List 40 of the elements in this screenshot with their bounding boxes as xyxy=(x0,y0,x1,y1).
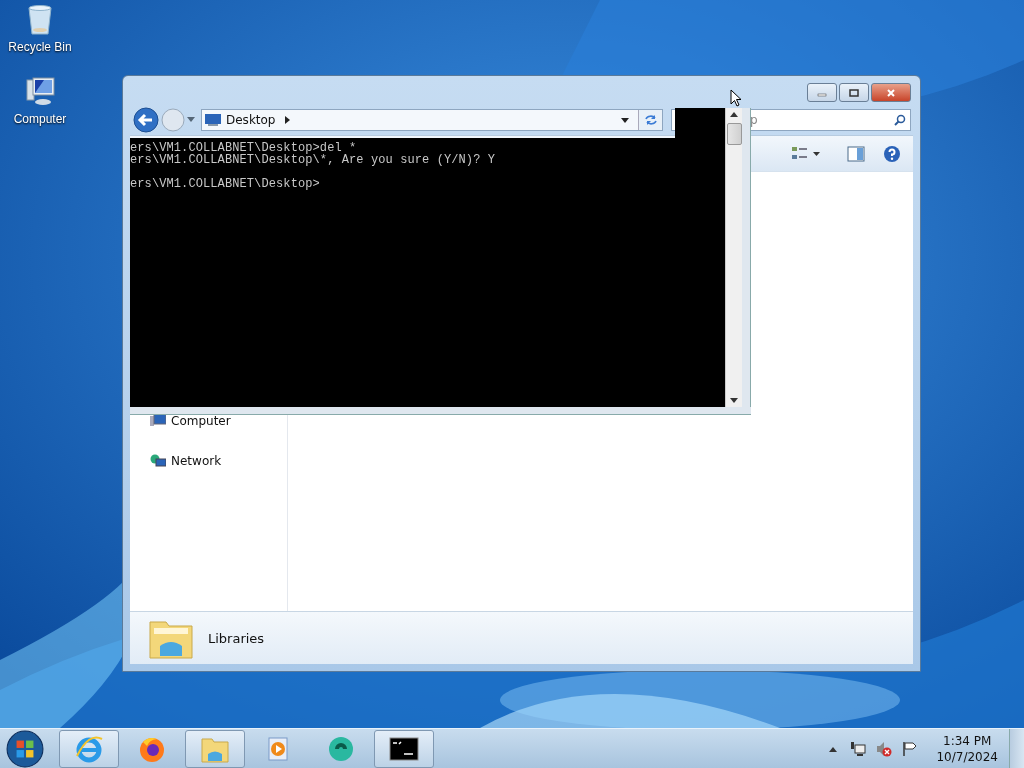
console-line: ers\VM1.COLLABNET\Desktop>del * xyxy=(130,142,357,154)
computer-icon xyxy=(150,414,166,428)
history-dropdown-icon[interactable] xyxy=(187,117,195,123)
details-title: Libraries xyxy=(208,630,265,646)
mouse-cursor-icon xyxy=(730,89,742,107)
close-icon xyxy=(886,88,896,97)
help-icon[interactable] xyxy=(883,144,901,163)
clock[interactable]: 1:34 PM 10/7/2024 xyxy=(936,732,998,765)
globe-e-icon xyxy=(74,733,104,764)
scroll-thumb[interactable] xyxy=(726,123,742,145)
desktop-icon-label[interactable]: Computer xyxy=(13,112,67,126)
network-icon[interactable] xyxy=(850,740,867,757)
scroll-up-icon[interactable] xyxy=(730,112,738,117)
close-button[interactable] xyxy=(871,83,911,102)
computer-icon[interactable] xyxy=(24,76,56,108)
navigation-item[interactable]: Computer xyxy=(171,414,231,428)
preview-pane-icon[interactable] xyxy=(847,145,865,162)
computer-icon xyxy=(205,114,221,126)
taskbar-button[interactable] xyxy=(374,729,434,768)
minimize-button[interactable] xyxy=(807,83,837,102)
search-icon xyxy=(894,114,906,126)
maximize-button[interactable] xyxy=(839,83,869,102)
console-line: ers\VM1.COLLABNET\Desktop> xyxy=(130,178,321,190)
back-button[interactable] xyxy=(133,107,159,133)
refresh-icon xyxy=(643,114,658,126)
navigation-item[interactable]: Network xyxy=(171,454,222,468)
network-icon xyxy=(150,454,166,468)
scroll-down-icon[interactable] xyxy=(730,398,738,403)
refresh-button[interactable] xyxy=(638,110,662,130)
show-hidden-icons-icon[interactable] xyxy=(829,745,838,752)
address-bar[interactable]: Desktop xyxy=(201,109,663,131)
maximize-icon xyxy=(849,88,859,97)
desktop-icon-label[interactable]: Recycle Bin xyxy=(8,40,72,54)
flag-icon[interactable] xyxy=(902,740,919,757)
view-options-icon[interactable] xyxy=(791,145,821,162)
console-line: ers\VM1.COLLABNET\Desktop\*, Are you sure (Y/N)? Y xyxy=(130,154,497,166)
muted-speaker-icon[interactable] xyxy=(876,740,893,757)
scrollbar[interactable] xyxy=(725,108,742,407)
chevron-icon xyxy=(284,116,290,124)
start-button[interactable] xyxy=(6,729,44,768)
